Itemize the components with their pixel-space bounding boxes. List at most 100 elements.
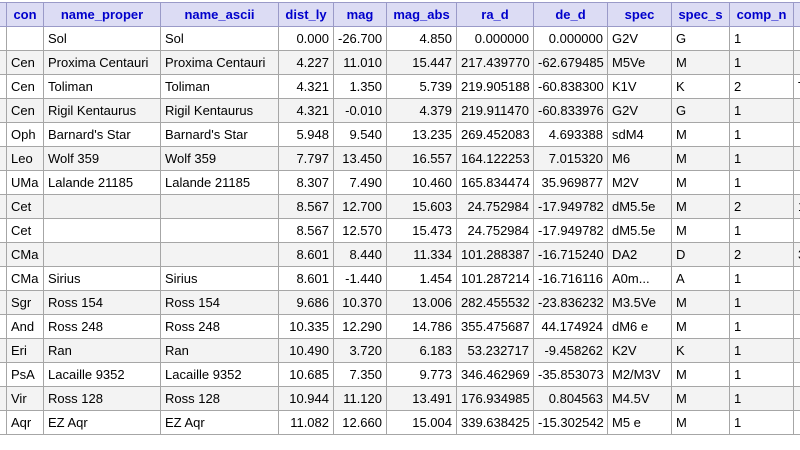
cell-ra-d[interactable]: 346.462969 (456, 362, 534, 387)
cell-name-proper[interactable]: Wolf 359 (43, 146, 161, 171)
cell-spec-s[interactable]: G (671, 98, 730, 123)
cell-mag[interactable]: 12.290 (333, 314, 387, 339)
table-row[interactable]: Vir Ross 128 Ross 128 10.944 11.120 13.491 176… (0, 386, 800, 411)
table-row[interactable]: Cen Toliman Toliman 4.321 1.350 5.739 219.9051… (0, 74, 800, 99)
cell-de-d[interactable]: -17.949782 (533, 218, 608, 243)
cell-con[interactable]: Cen (6, 74, 44, 99)
cell-mag-abs[interactable]: 14.786 (386, 314, 457, 339)
cell-con[interactable]: UMa (6, 170, 44, 195)
cell-con[interactable]: CMa (6, 266, 44, 291)
table-row[interactable]: UMa Lalande 21185 Lalande 21185 8.307 7.490 1… (0, 170, 800, 195)
cell-mag[interactable]: 7.490 (333, 170, 387, 195)
cell-de-d[interactable]: -15.302542 (533, 410, 608, 435)
cell-comp-n[interactable]: 1 (729, 146, 794, 171)
cell-next[interactable] (793, 98, 800, 123)
cell-name-ascii[interactable]: Lalande 21185 (160, 170, 279, 195)
data-grid[interactable]: con name_proper name_ascii dist_ly mag m… (0, 2, 800, 450)
table-row[interactable]: Cet 8.567 12.570 15.473 24.752984 -17.949782 d… (0, 218, 800, 243)
cell-mag[interactable]: 12.700 (333, 194, 387, 219)
column-header-next[interactable] (793, 2, 800, 27)
cell-mag-abs[interactable]: 13.235 (386, 122, 457, 147)
cell-name-ascii[interactable]: Lacaille 9352 (160, 362, 279, 387)
cell-con[interactable]: Oph (6, 122, 44, 147)
cell-con[interactable]: Cet (6, 218, 44, 243)
column-header-ra-d[interactable]: ra_d (456, 2, 534, 27)
cell-comp-n[interactable]: 1 (729, 362, 794, 387)
cell-mag[interactable]: 11.010 (333, 50, 387, 75)
cell-spec[interactable]: K1V (607, 74, 672, 99)
cell-comp-n[interactable]: 2 (729, 74, 794, 99)
table-row[interactable]: Sol Sol 0.000 -26.700 4.850 0.000000 0.000000 G… (0, 26, 800, 51)
cell-de-d[interactable]: -16.715240 (533, 242, 608, 267)
cell-de-d[interactable]: 0.804563 (533, 386, 608, 411)
column-header-de-d[interactable]: de_d (533, 2, 608, 27)
cell-ra-d[interactable]: 219.905188 (456, 74, 534, 99)
cell-comp-n[interactable]: 1 (729, 122, 794, 147)
cell-spec[interactable]: M2/M3V (607, 362, 672, 387)
cell-dist-ly[interactable]: 10.490 (278, 338, 334, 363)
cell-dist-ly[interactable]: 9.686 (278, 290, 334, 315)
cell-name-proper[interactable] (43, 242, 161, 267)
table-row[interactable]: Leo Wolf 359 Wolf 359 7.797 13.450 16.557 164.… (0, 146, 800, 171)
cell-mag-abs[interactable]: 4.379 (386, 98, 457, 123)
cell-dist-ly[interactable]: 5.948 (278, 122, 334, 147)
cell-spec-s[interactable]: M (671, 218, 730, 243)
cell-con[interactable]: Cen (6, 98, 44, 123)
cell-ra-d[interactable]: 165.834474 (456, 170, 534, 195)
cell-spec-s[interactable]: M (671, 410, 730, 435)
cell-mag[interactable]: 10.370 (333, 290, 387, 315)
cell-spec-s[interactable]: A (671, 266, 730, 291)
cell-mag-abs[interactable]: 15.447 (386, 50, 457, 75)
cell-name-ascii[interactable]: Rigil Kentaurus (160, 98, 279, 123)
cell-spec[interactable]: dM5.5e (607, 194, 672, 219)
cell-spec-s[interactable]: K (671, 338, 730, 363)
cell-spec[interactable]: dM5.5e (607, 218, 672, 243)
cell-mag-abs[interactable]: 1.454 (386, 266, 457, 291)
cell-comp-n[interactable]: 1 (729, 266, 794, 291)
cell-de-d[interactable]: -35.853073 (533, 362, 608, 387)
table-row[interactable]: Oph Barnard's Star Barnard's Star 5.948 9.54… (0, 122, 800, 147)
cell-name-ascii[interactable]: Wolf 359 (160, 146, 279, 171)
cell-next[interactable] (793, 146, 800, 171)
cell-ra-d[interactable]: 219.911470 (456, 98, 534, 123)
cell-ra-d[interactable]: 53.232717 (456, 338, 534, 363)
cell-name-proper[interactable]: Ran (43, 338, 161, 363)
column-header-spec-s[interactable]: spec_s (671, 2, 730, 27)
cell-mag-abs[interactable]: 15.473 (386, 218, 457, 243)
table-row[interactable]: Sgr Ross 154 Ross 154 9.686 10.370 13.006 282.… (0, 290, 800, 315)
cell-mag-abs[interactable]: 16.557 (386, 146, 457, 171)
cell-spec[interactable]: M3.5Ve (607, 290, 672, 315)
cell-name-ascii[interactable]: Ross 248 (160, 314, 279, 339)
table-row[interactable]: Cen Rigil Kentaurus Rigil Kentaurus 4.321 -0… (0, 98, 800, 123)
cell-name-ascii[interactable]: Sol (160, 26, 279, 51)
cell-next[interactable] (793, 410, 800, 435)
cell-spec-s[interactable]: M (671, 314, 730, 339)
cell-con[interactable]: PsA (6, 362, 44, 387)
cell-de-d[interactable]: 35.969877 (533, 170, 608, 195)
cell-spec[interactable]: K2V (607, 338, 672, 363)
cell-next[interactable] (793, 122, 800, 147)
cell-ra-d[interactable]: 355.475687 (456, 314, 534, 339)
cell-ra-d[interactable]: 269.452083 (456, 122, 534, 147)
cell-mag-abs[interactable]: 13.006 (386, 290, 457, 315)
cell-de-d[interactable]: -60.833976 (533, 98, 608, 123)
cell-spec-s[interactable]: D (671, 242, 730, 267)
cell-mag[interactable]: 12.660 (333, 410, 387, 435)
cell-spec-s[interactable]: M (671, 170, 730, 195)
cell-ra-d[interactable]: 24.752984 (456, 218, 534, 243)
cell-comp-n[interactable]: 1 (729, 170, 794, 195)
cell-con[interactable]: Cet (6, 194, 44, 219)
cell-name-proper[interactable]: Sirius (43, 266, 161, 291)
cell-name-proper[interactable]: Lacaille 9352 (43, 362, 161, 387)
cell-spec-s[interactable]: M (671, 194, 730, 219)
table-row[interactable]: CMa Sirius Sirius 8.601 -1.440 1.454 101.28721… (0, 266, 800, 291)
cell-next[interactable] (793, 170, 800, 195)
cell-ra-d[interactable]: 101.287214 (456, 266, 534, 291)
cell-dist-ly[interactable]: 10.685 (278, 362, 334, 387)
cell-spec-s[interactable]: M (671, 290, 730, 315)
cell-dist-ly[interactable]: 4.227 (278, 50, 334, 75)
cell-name-ascii[interactable]: Sirius (160, 266, 279, 291)
cell-dist-ly[interactable]: 8.601 (278, 266, 334, 291)
cell-comp-n[interactable]: 1 (729, 98, 794, 123)
cell-mag-abs[interactable]: 15.004 (386, 410, 457, 435)
